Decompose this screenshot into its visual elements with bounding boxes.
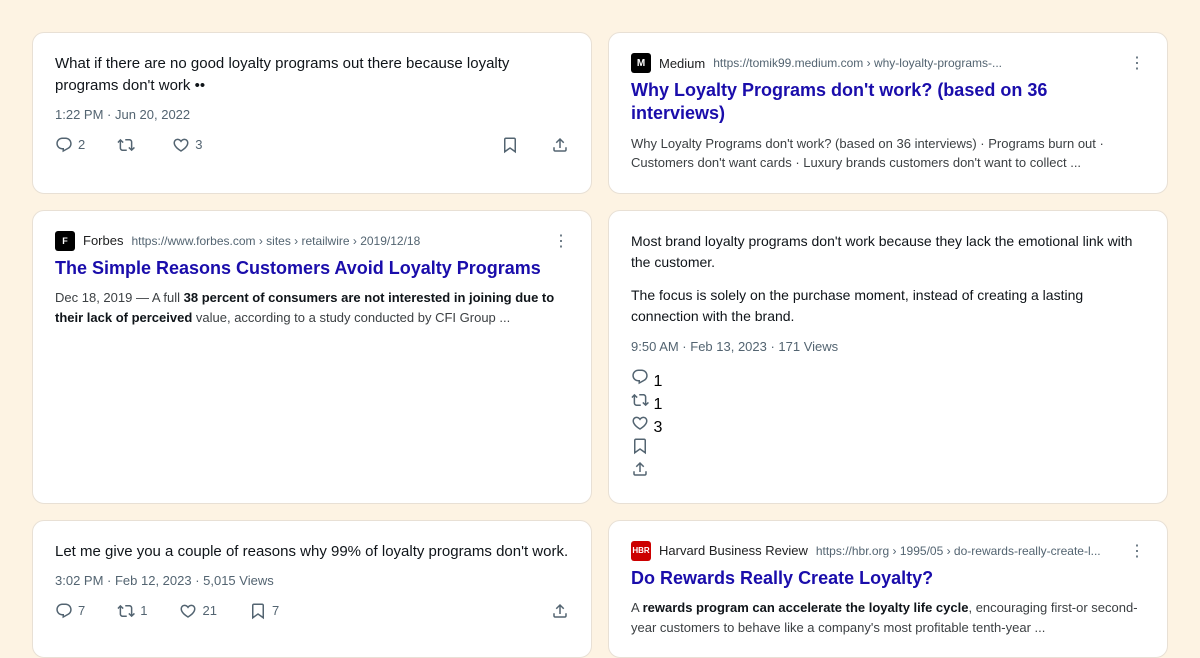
reply-button-2[interactable]: 1	[631, 368, 1145, 391]
article-source-medium: M Medium https://tomik99.medium.com › wh…	[631, 53, 1145, 73]
tweet-card-2: Most brand loyalty programs don't work b…	[608, 210, 1168, 504]
share-button-1[interactable]	[551, 136, 569, 154]
like-count-1: 3	[195, 137, 202, 152]
article-card-medium: M Medium https://tomik99.medium.com › wh…	[608, 32, 1168, 194]
bookmark-count-3: 7	[272, 603, 279, 618]
source-name-forbes: Forbes	[83, 233, 123, 248]
tweet-card-3: Let me give you a couple of reasons why …	[32, 520, 592, 658]
like-button-2[interactable]: 3	[631, 414, 1145, 437]
quote-text-2b: The focus is solely on the purchase mome…	[631, 285, 1145, 327]
tweet-card-1: What if there are no good loyalty progra…	[32, 32, 592, 194]
article-menu-hbr[interactable]: ⋮	[1129, 541, 1145, 561]
article-card-hbr: HBR Harvard Business Review https://hbr.…	[608, 520, 1168, 658]
article-menu-forbes[interactable]: ⋮	[553, 231, 569, 251]
article-url-medium: https://tomik99.medium.com › why-loyalty…	[713, 56, 1121, 70]
tweet-meta-2: 9:50 AM · Feb 13, 2023 · 171 Views	[631, 339, 1145, 354]
retweet-count-3: 1	[140, 603, 147, 618]
bookmark-button-2[interactable]	[631, 437, 1145, 460]
tweet-meta-3: 3:02 PM · Feb 12, 2023 · 5,015 Views	[55, 573, 569, 588]
article-source-hbr: HBR Harvard Business Review https://hbr.…	[631, 541, 1145, 561]
reply-count-2: 1	[653, 373, 662, 390]
tweet-text-3: Let me give you a couple of reasons why …	[55, 541, 569, 563]
retweet-button-2[interactable]: 1	[631, 391, 1145, 414]
medium-icon: M	[631, 53, 651, 73]
tweet-text-1: What if there are no good loyalty progra…	[55, 53, 569, 97]
source-name-medium: Medium	[659, 56, 705, 71]
tweet-actions-3: 7 1 21 7	[55, 602, 569, 620]
retweet-button-1[interactable]	[117, 136, 140, 154]
article-title-hbr[interactable]: Do Rewards Really Create Loyalty?	[631, 567, 1145, 590]
like-button-1[interactable]: 3	[172, 136, 202, 154]
retweet-button-3[interactable]: 1	[117, 602, 147, 620]
hbr-icon: HBR	[631, 541, 651, 561]
article-url-hbr: https://hbr.org › 1995/05 › do-rewards-r…	[816, 544, 1121, 558]
reply-button-3[interactable]: 7	[55, 602, 85, 620]
tweet-actions-2: 1 1 3	[631, 368, 1145, 483]
like-count-3: 21	[202, 603, 216, 618]
bookmark-button-1[interactable]	[501, 136, 519, 154]
main-grid: What if there are no good loyalty progra…	[0, 0, 1200, 630]
retweet-count-2: 1	[653, 396, 662, 413]
article-title-forbes[interactable]: The Simple Reasons Customers Avoid Loyal…	[55, 257, 569, 280]
like-button-3[interactable]: 21	[179, 602, 216, 620]
bookmark-button-3[interactable]: 7	[249, 602, 279, 620]
article-card-forbes: F Forbes https://www.forbes.com › sites …	[32, 210, 592, 504]
share-button-3[interactable]	[551, 602, 569, 620]
reply-count-1: 2	[78, 137, 85, 152]
article-snippet-hbr: A rewards program can accelerate the loy…	[631, 598, 1145, 637]
tweet-meta-1: 1:22 PM · Jun 20, 2022	[55, 107, 569, 122]
article-title-medium[interactable]: Why Loyalty Programs don't work? (based …	[631, 79, 1145, 126]
tweet-actions-1: 2 3	[55, 136, 569, 154]
reply-button-1[interactable]: 2	[55, 136, 85, 154]
article-menu-medium[interactable]: ⋮	[1129, 53, 1145, 73]
quote-text-2a: Most brand loyalty programs don't work b…	[631, 231, 1145, 273]
article-snippet-medium: Why Loyalty Programs don't work? (based …	[631, 134, 1145, 173]
like-count-2: 3	[653, 419, 662, 436]
reply-count-3: 7	[78, 603, 85, 618]
forbes-icon: F	[55, 231, 75, 251]
article-url-forbes: https://www.forbes.com › sites › retailw…	[131, 234, 545, 248]
article-source-forbes: F Forbes https://www.forbes.com › sites …	[55, 231, 569, 251]
share-button-2[interactable]	[631, 460, 1145, 483]
source-name-hbr: Harvard Business Review	[659, 543, 808, 558]
article-snippet-forbes: Dec 18, 2019 — A full 38 percent of cons…	[55, 288, 569, 327]
